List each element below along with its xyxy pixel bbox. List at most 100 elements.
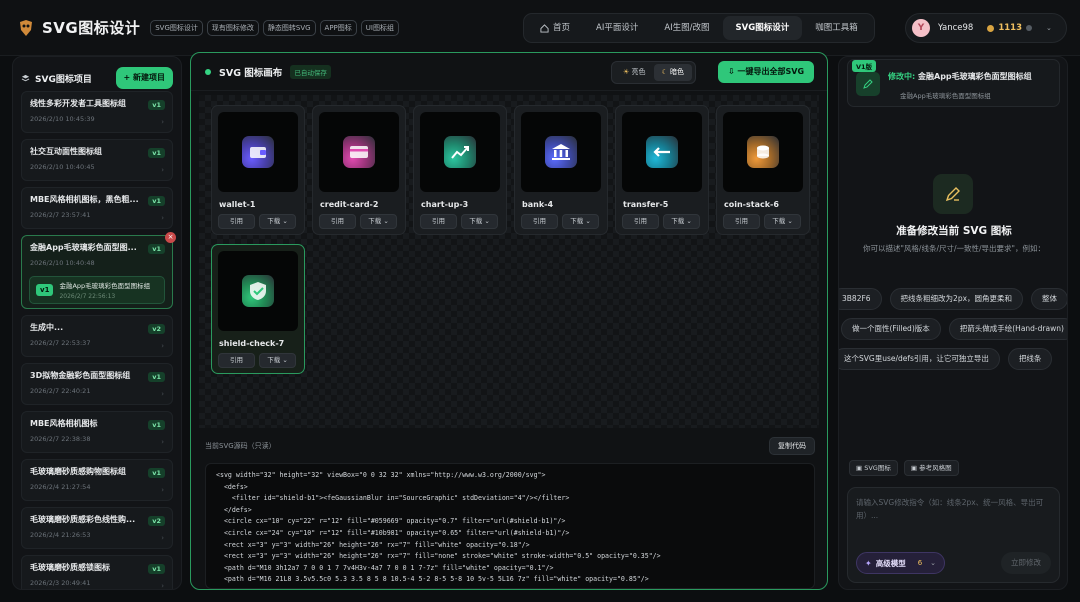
icon-card[interactable]: credit-card-2 引用 下载 ⌄ <box>312 105 406 235</box>
use-button[interactable]: 引用 <box>723 214 760 229</box>
chevron-down-icon: ⌄ <box>1046 24 1052 32</box>
suggestion-row-3: 这个SVG里use/defs引用，让它可独立导出 把线条 <box>839 348 1053 370</box>
top-tag[interactable]: APP图标 <box>319 19 357 36</box>
use-button[interactable]: 引用 <box>521 214 558 229</box>
use-button[interactable]: 引用 <box>319 214 356 229</box>
download-button[interactable]: 下载 ⌄ <box>562 214 599 229</box>
icon-card[interactable]: coin-stack-6 引用 下载 ⌄ <box>716 105 810 235</box>
nav-svg-icon[interactable]: SVG图标设计 <box>722 16 803 40</box>
use-button[interactable]: 引用 <box>622 214 659 229</box>
download-label: 下载 <box>671 217 685 225</box>
top-tag[interactable]: SVG图标设计 <box>150 19 203 36</box>
project-item[interactable]: MBE风格相机图标，黑色粗... 2026/2/7 23:57:41 v1 › <box>21 187 173 229</box>
code-line: <circle cx="24" cy="10" r="12" fill="#10… <box>216 528 570 537</box>
project-version-item[interactable]: v1 金融App毛玻璃彩色面型图标组 2026/2/7 22:56:13 <box>29 276 165 304</box>
project-item[interactable]: 线性多彩开发者工具图标组 2026/2/10 10:45:39 v1 › <box>21 91 173 133</box>
model-selector[interactable]: ✦ 高级模型 6 ⌄ <box>856 552 946 574</box>
home-icon <box>540 23 549 33</box>
ref-style-button[interactable]: ▣ 参考风格图 <box>903 460 959 476</box>
version-badge: V1版 <box>852 60 877 72</box>
project-item[interactable]: 生成中... 2026/2/7 22:53:37 v2 › <box>21 315 173 357</box>
export-all-button[interactable]: ⇩ 一键导出全部SVG <box>718 61 815 83</box>
prompt-area: ▣ SVG图标 ▣ 参考风格图 请输入SVG修改指令（如：线条2px、统一风格、… <box>847 455 1060 583</box>
credit-balance: 1113 <box>998 23 1023 33</box>
download-button[interactable]: 下载 ⌄ <box>461 214 498 229</box>
version-badge: v2 <box>148 324 165 334</box>
top-tag[interactable]: 静态图转SVG <box>262 19 316 36</box>
use-button[interactable]: 引用 <box>420 214 457 229</box>
download-button[interactable]: 下载 ⌄ <box>360 214 397 229</box>
icon-card[interactable]: bank-4 引用 下载 ⌄ <box>514 105 608 235</box>
project-item[interactable]: 3D拟物金融彩色面型图标组 2026/2/7 22:40:21 v1 › <box>21 363 173 405</box>
prompt-input-box[interactable]: 请输入SVG修改指令（如：线条2px、统一风格、导出可用）... ✦ 高级模型 … <box>847 487 1060 583</box>
suggestion-chip[interactable]: 把箭头做成手绘(Hand-drawn) <box>948 318 1067 340</box>
project-list: 线性多彩开发者工具图标组 2026/2/10 10:45:39 v1 › 社交互动面性图… <box>13 91 181 589</box>
suggestion-chip[interactable]: 把线条 <box>1007 348 1053 370</box>
code-viewer[interactable]: <svg width="32" height="32" viewBox="0 0… <box>205 463 815 589</box>
sidebar-title: SVG图标项目 <box>21 72 92 85</box>
suggestion-chip[interactable]: 3B82F6 <box>839 288 882 310</box>
project-item[interactable]: 社交互动面性图标组 2026/2/10 10:40:45 v1 › <box>21 139 173 181</box>
editing-title: 修改中: 金融App毛玻璃彩色面型图标组 <box>888 71 1032 82</box>
download-button[interactable]: 下载 ⌄ <box>764 214 801 229</box>
project-name: 线性多彩开发者工具图标组 <box>30 99 126 108</box>
nav-toolbox[interactable]: 咖图工具箱 <box>802 16 871 40</box>
sun-icon: ☀ <box>623 68 630 76</box>
ref-svg-button[interactable]: ▣ SVG图标 <box>849 460 898 476</box>
project-item[interactable]: 毛玻璃磨砂质感彩色线性购... 2026/2/4 21:26:53 v2 › <box>21 507 173 549</box>
use-button[interactable]: 引用 <box>218 214 255 229</box>
nav-ai-design[interactable]: AI平面设计 <box>583 16 651 40</box>
version-badge: v1 <box>148 244 165 254</box>
download-button[interactable]: 下载 ⌄ <box>259 353 296 368</box>
theme-dark-option[interactable]: ☾ 暗色 <box>653 64 693 81</box>
icon-preview <box>521 112 601 192</box>
suggestion-chip[interactable]: 整体 <box>1031 288 1067 310</box>
download-icon: ⇩ <box>728 67 735 76</box>
app-logo[interactable]: SVG图标设计 <box>16 17 140 38</box>
code-section: 当前SVG源码（只读） 复制代码 <svg width="32" height=… <box>191 431 827 589</box>
new-project-button[interactable]: + 新建项目 <box>115 67 173 89</box>
icon-card[interactable]: wallet-1 引用 下载 ⌄ <box>211 105 305 235</box>
download-button[interactable]: 下载 ⌄ <box>663 214 700 229</box>
suggestion-chip[interactable]: 这个SVG里use/defs引用，让它可独立导出 <box>839 348 1000 370</box>
version-badge: v1 <box>148 420 165 430</box>
use-button[interactable]: 引用 <box>218 353 255 368</box>
editing-subtitle: 金融App毛玻璃彩色面型图标组 <box>900 92 991 100</box>
chevron-right-icon: › <box>161 342 164 350</box>
code-line: <defs> <box>216 482 248 491</box>
icon-card[interactable]: transfer-5 引用 下载 ⌄ <box>615 105 709 235</box>
icon-preview <box>218 112 298 192</box>
autosave-badge: 已自动保存 <box>290 64 331 79</box>
icon-card[interactable]: shield-check-7 引用 下载 ⌄ <box>211 244 305 374</box>
download-label: 下载 <box>469 217 483 225</box>
sparkle-icon: ✦ <box>865 558 872 568</box>
top-tag[interactable]: 现有图标修改 <box>206 19 259 36</box>
chevron-down-icon: ⌄ <box>282 217 288 225</box>
chevron-right-icon: › <box>161 390 164 398</box>
project-item[interactable]: 毛玻璃磨砂质感锁图标 2026/2/3 20:49:41 v1 › <box>21 555 173 589</box>
icon-actions: 引用 下载 ⌄ <box>521 214 599 229</box>
suggestion-chip[interactable]: 做一个面性(Filled)版本 <box>841 318 941 340</box>
project-item[interactable]: 毛玻璃磨砂质感购物图标组 2026/2/4 21:27:54 v1 › <box>21 459 173 501</box>
prompt-input[interactable]: 请输入SVG修改指令（如：线条2px、统一风格、导出可用）... <box>856 496 1052 522</box>
icon-name: transfer-5 <box>623 200 669 209</box>
icon-name: shield-check-7 <box>219 339 285 348</box>
ready-description: 你可以描述"风格/线条/尺寸/一致性/导出要求"，例如： <box>862 244 1045 253</box>
nav-home[interactable]: 首页 <box>527 16 583 40</box>
top-tag[interactable]: UI图标组 <box>360 19 399 36</box>
submit-edit-button[interactable]: 立即修改 <box>1001 552 1051 574</box>
project-date: 2026/2/3 20:49:41 <box>30 579 91 587</box>
nav-ai-image[interactable]: AI生图/改图 <box>651 16 722 40</box>
theme-light-option[interactable]: ☀ 亮色 <box>615 64 654 81</box>
project-item[interactable]: MBE风格相机图标 2026/2/7 22:38:38 v1 › <box>21 411 173 453</box>
icon-actions: 引用 下载 ⌄ <box>218 353 296 368</box>
user-menu[interactable]: Y Yance98 1113 ⌄ <box>905 13 1067 43</box>
project-item[interactable]: 金融App毛玻璃彩色面型图... 2026/2/10 10:40:48 v1 × v1 金… <box>21 232 176 309</box>
shield-check-icon <box>242 275 274 307</box>
icon-card[interactable]: chart-up-3 引用 下载 ⌄ <box>413 105 507 235</box>
project-date: 2026/2/10 10:40:48 <box>30 259 95 267</box>
download-button[interactable]: 下载 ⌄ <box>259 214 296 229</box>
close-icon[interactable]: × <box>165 232 176 243</box>
copy-code-button[interactable]: 复制代码 <box>769 437 815 455</box>
suggestion-chip[interactable]: 把线条粗细改为2px，圆角更柔和 <box>889 288 1024 310</box>
